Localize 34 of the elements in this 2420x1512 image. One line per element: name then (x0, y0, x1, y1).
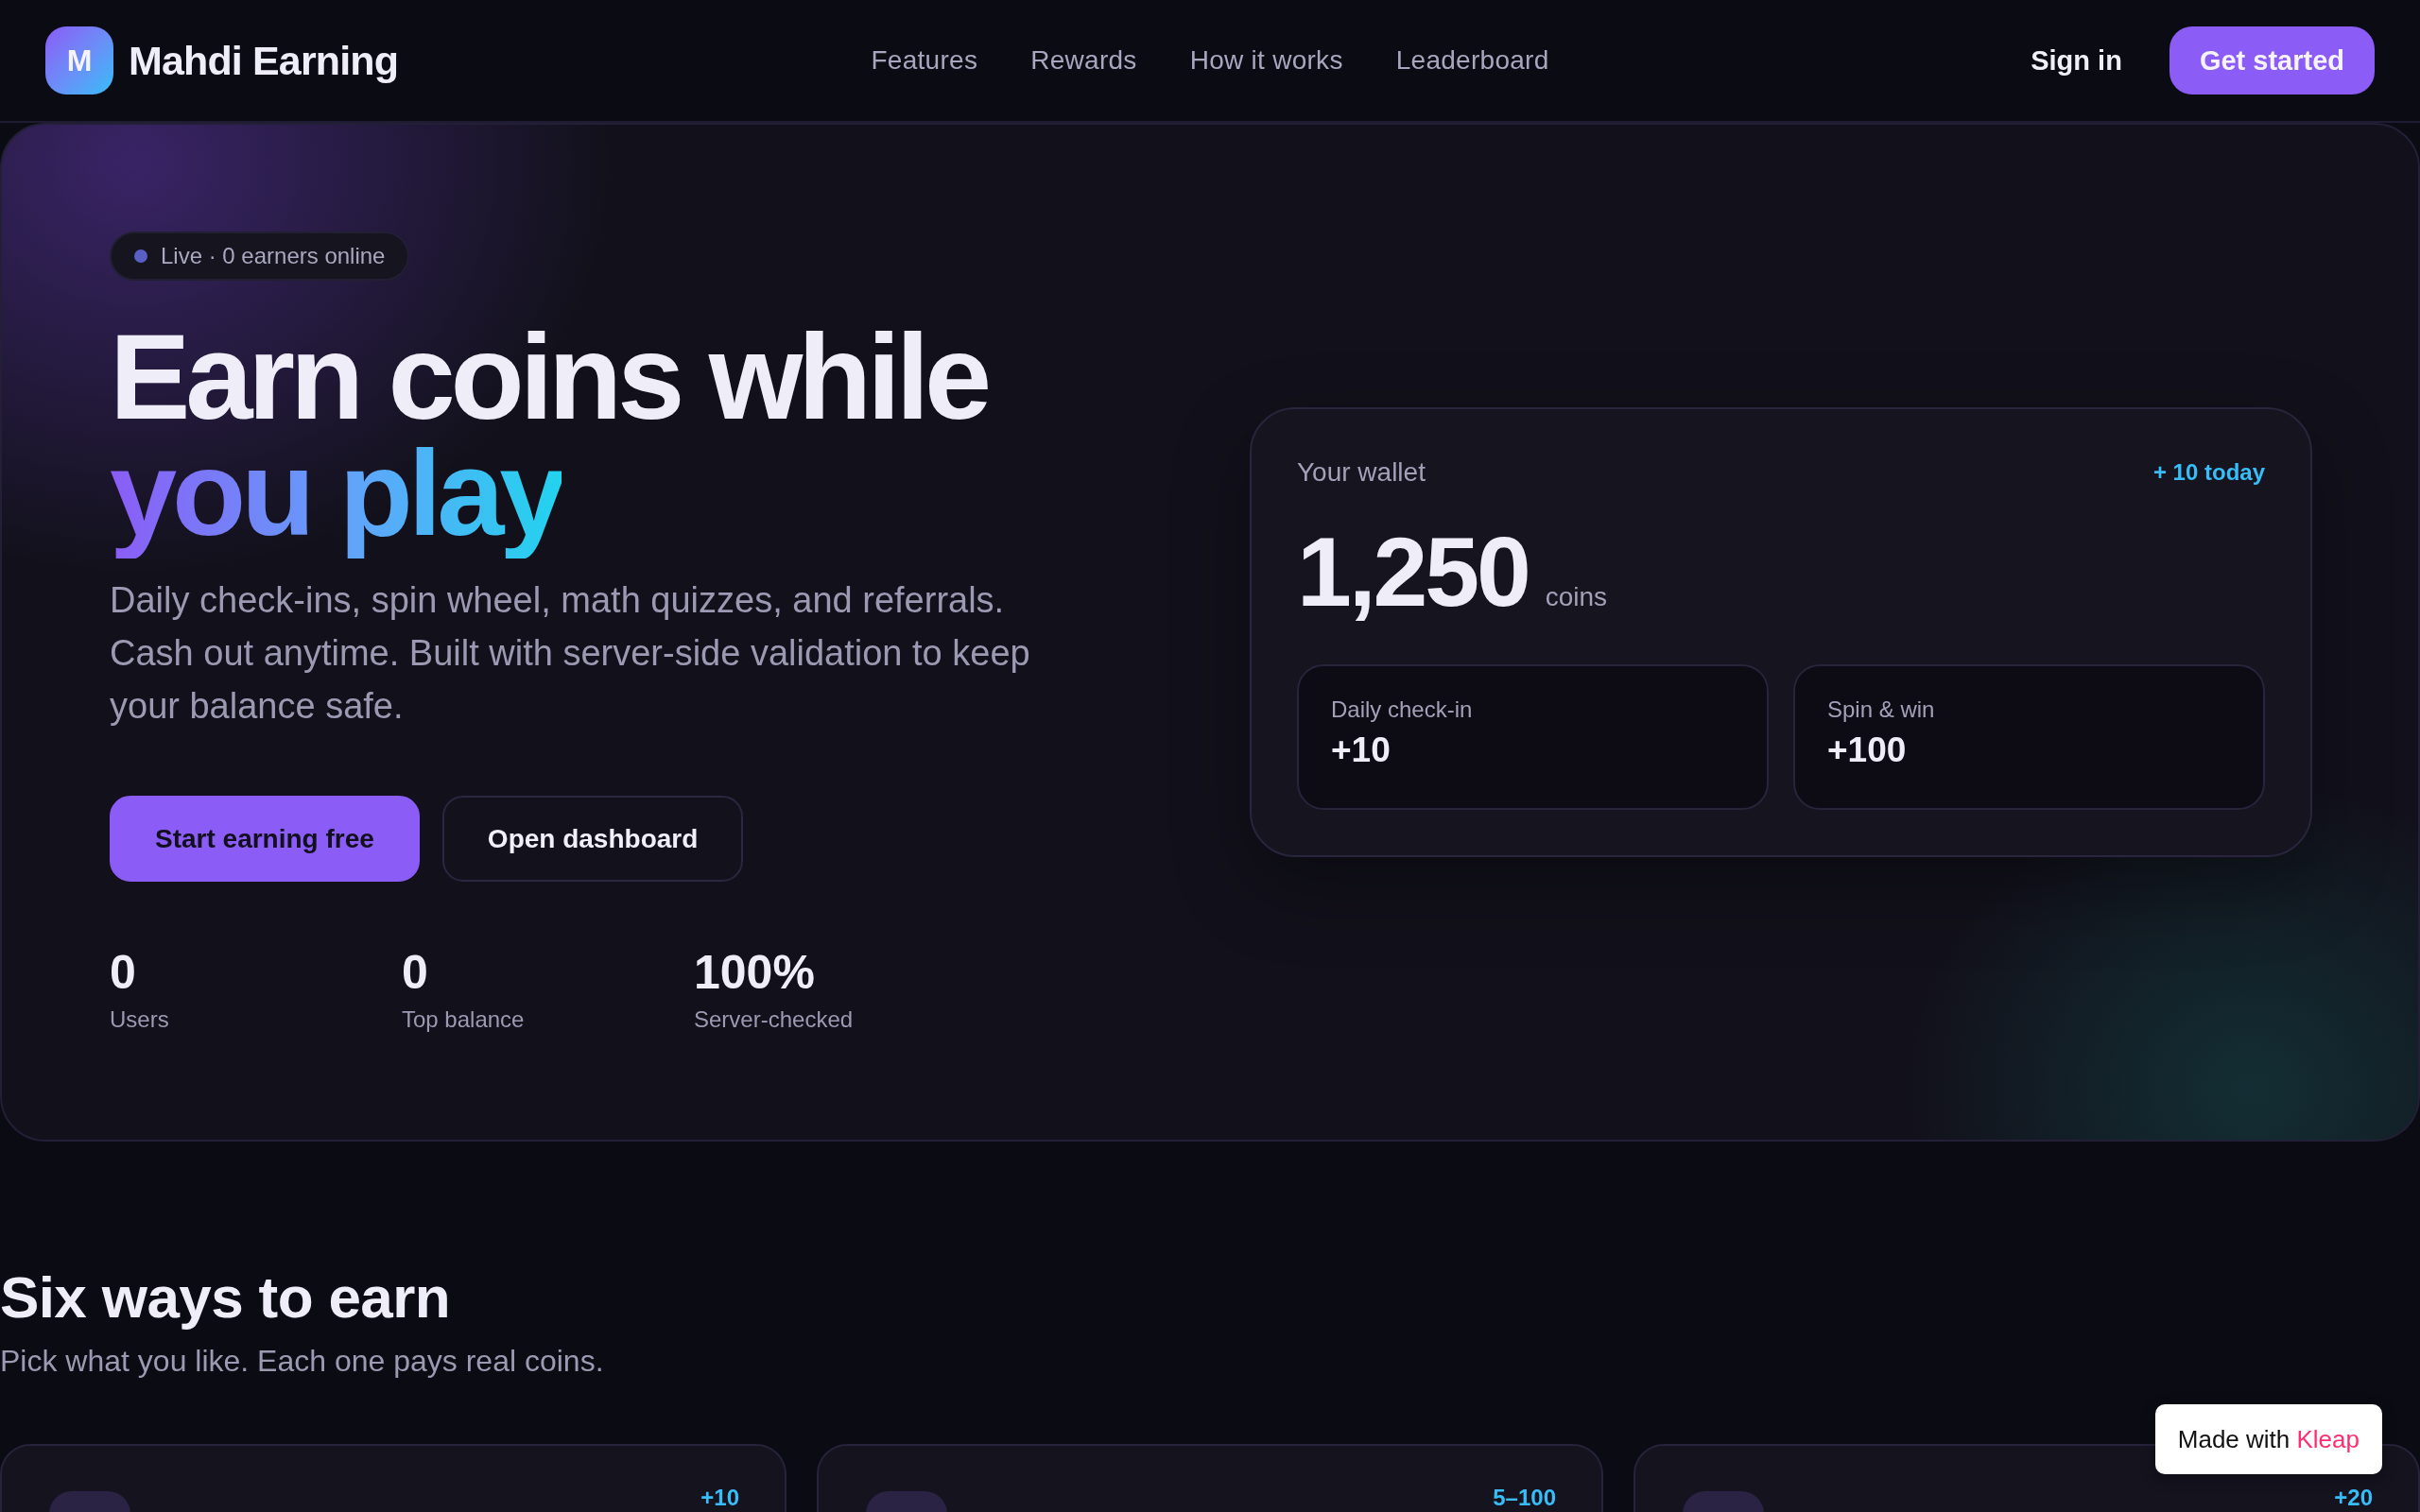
hero-headline: Earn coins while you play (110, 318, 988, 558)
nav-link[interactable]: Rewards (1030, 45, 1137, 76)
reward-value: +10 (1331, 730, 1391, 770)
today-gain-label: + 10 today (2152, 459, 2265, 486)
made-with-badge[interactable]: Made with Kleap (2154, 1404, 2382, 1474)
nav-link[interactable]: Features (871, 45, 978, 76)
stat-value: 0 (402, 946, 428, 999)
stat-value: 0 (110, 946, 136, 999)
stat-label: Server-checked (694, 1006, 854, 1033)
balance-amount: 1,250 (1297, 523, 1529, 621)
secondary-cta-button[interactable]: Open dashboard (441, 796, 744, 882)
hero-description: Daily check-ins, spin wheel, math quizzes, and referrals. Cash out anytime. Built with server-side validation to keep your balance safe. (110, 579, 1031, 728)
section-title: Six ways to earn (0, 1263, 450, 1332)
stat-value: 100% (694, 946, 815, 999)
stat-label: Top balance (402, 1006, 525, 1033)
nav-link[interactable]: How it works (1189, 45, 1343, 76)
nav-link[interactable]: Leaderboard (1395, 45, 1549, 76)
feature-reward: +20 (2334, 1486, 2373, 1510)
logo-mark: M (45, 26, 113, 94)
sign-in-link[interactable]: Sign in (2031, 44, 2122, 77)
live-status-text: Live · 0 earners online (161, 243, 386, 269)
brand-name: Mahdi Earning (129, 37, 399, 84)
status-dot-icon (134, 249, 147, 263)
feature-reward: +10 (700, 1486, 739, 1510)
reward-label: Daily check-in (1331, 696, 1473, 723)
reward-value: +100 (1827, 730, 1907, 770)
stat-label: Users (110, 1006, 169, 1033)
feature-reward: 5–100 (1493, 1486, 1556, 1510)
get-started-button[interactable]: Get started (2169, 26, 2375, 94)
wallet-title: Your wallet (1297, 456, 1426, 489)
section-subtitle: Pick what you like. Each one pays real coins. (0, 1343, 604, 1380)
reward-label: Spin & win (1827, 696, 1935, 723)
balance-unit: coins (1545, 582, 1608, 612)
primary-cta-button[interactable]: Start earning free (110, 796, 420, 882)
